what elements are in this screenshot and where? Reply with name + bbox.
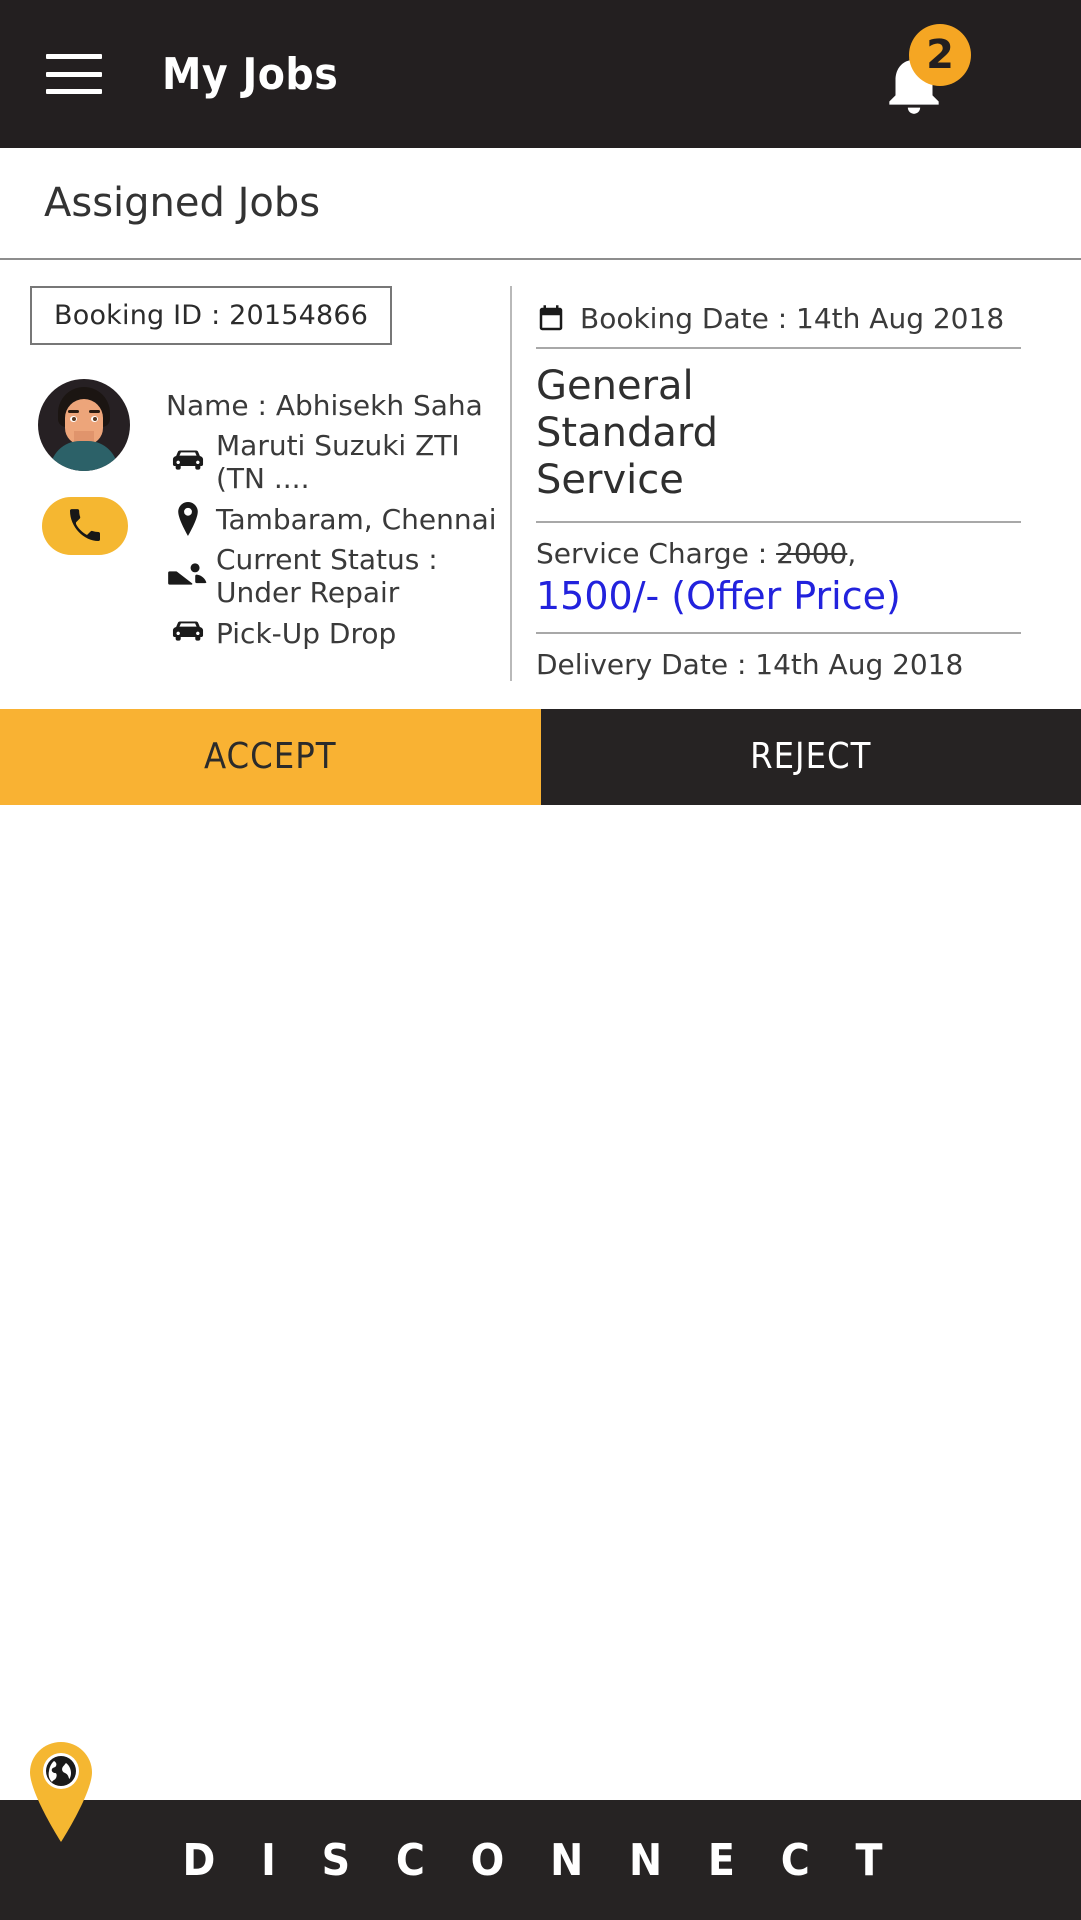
call-customer-button[interactable]: [42, 497, 128, 555]
notification-badge: 2: [909, 24, 971, 86]
service-charge-row: Service Charge : 2000,: [536, 523, 1021, 570]
customer-name-row: Name : Abhisekh Saha: [160, 381, 500, 429]
page-title: My Jobs: [162, 48, 339, 100]
delivery-date-text: Delivery Date : 14th Aug 2018: [536, 647, 964, 681]
car-icon: [160, 448, 216, 476]
pickup-drop-text: Pick-Up Drop: [216, 616, 397, 650]
section-title: Assigned Jobs: [0, 148, 1081, 260]
customer-avatar: [38, 379, 130, 471]
service-name: General Standard Service: [536, 363, 718, 504]
service-charge-label: Service Charge :: [536, 536, 777, 570]
avatar-pupil-left: [72, 417, 76, 421]
avatar-pupil-right: [93, 417, 97, 421]
job-card-right-column: Booking Date : 14th Aug 2018 General Sta…: [510, 286, 1081, 681]
hamburger-menu-icon[interactable]: [46, 54, 102, 94]
location-text: Tambaram, Chennai: [216, 502, 497, 536]
status-text: Current Status : Under Repair: [216, 543, 438, 609]
booking-id-badge: Booking ID : 20154866: [30, 286, 393, 345]
hamburger-line: [46, 71, 102, 77]
avatar-shirt: [50, 441, 118, 471]
app-screen: My Jobs 2 Assigned Jobs Booking ID : 201…: [0, 0, 1081, 1920]
calendar-icon: [536, 304, 580, 334]
service-charge-suffix: ,: [847, 536, 857, 570]
notifications-button[interactable]: 2: [871, 24, 981, 124]
accept-button[interactable]: ACCEPT: [0, 708, 541, 805]
vehicle-row: Maruti Suzuki ZTI (TN ....: [160, 429, 500, 495]
phone-icon: [70, 509, 100, 541]
map-marker-icon: [160, 502, 216, 536]
car-repair-icon: [160, 562, 216, 590]
bottom-bar: D I S C O N N E C T: [0, 1800, 1081, 1920]
vehicle-name: Maruti Suzuki ZTI (TN ....: [216, 429, 460, 495]
job-card-left-column: Booking ID : 20154866 Name: Abhisekh Sa…: [0, 286, 500, 681]
booking-date-text: Booking Date : 14th Aug 2018: [580, 302, 1005, 335]
avatar-brow-left: [68, 410, 79, 413]
offer-price: 1500/- (Offer Price): [536, 573, 901, 618]
job-card: Booking ID : 20154866 Name: Abhisekh Sa…: [0, 260, 1081, 691]
customer-name: Name : Abhisekh Saha: [166, 388, 483, 422]
hamburger-line: [46, 89, 102, 94]
car-icon: [160, 619, 216, 647]
hamburger-line: [46, 54, 102, 59]
app-bar: My Jobs 2: [0, 0, 1081, 148]
avatar-column: [30, 379, 160, 657]
pickup-drop-row: Pick-Up Drop: [160, 609, 500, 657]
map-pin-globe-icon[interactable]: [30, 1742, 92, 1842]
customer-row: Name : Abhisekh Saha Maruti Suzuki ZTI (…: [30, 379, 500, 657]
booking-date-row: Booking Date : 14th Aug 2018: [536, 302, 1021, 347]
customer-info-column: Name : Abhisekh Saha Maruti Suzuki ZTI (…: [160, 379, 500, 657]
job-actions: ACCEPT REJECT: [0, 708, 1081, 805]
status-row: Current Status : Under Repair: [160, 543, 500, 609]
avatar-brow-right: [89, 410, 100, 413]
disconnect-button[interactable]: D I S C O N N E C T: [182, 1835, 898, 1886]
reject-button[interactable]: REJECT: [540, 708, 1081, 805]
location-row: Tambaram, Chennai: [160, 495, 500, 543]
service-charge-original: 2000: [776, 536, 848, 570]
